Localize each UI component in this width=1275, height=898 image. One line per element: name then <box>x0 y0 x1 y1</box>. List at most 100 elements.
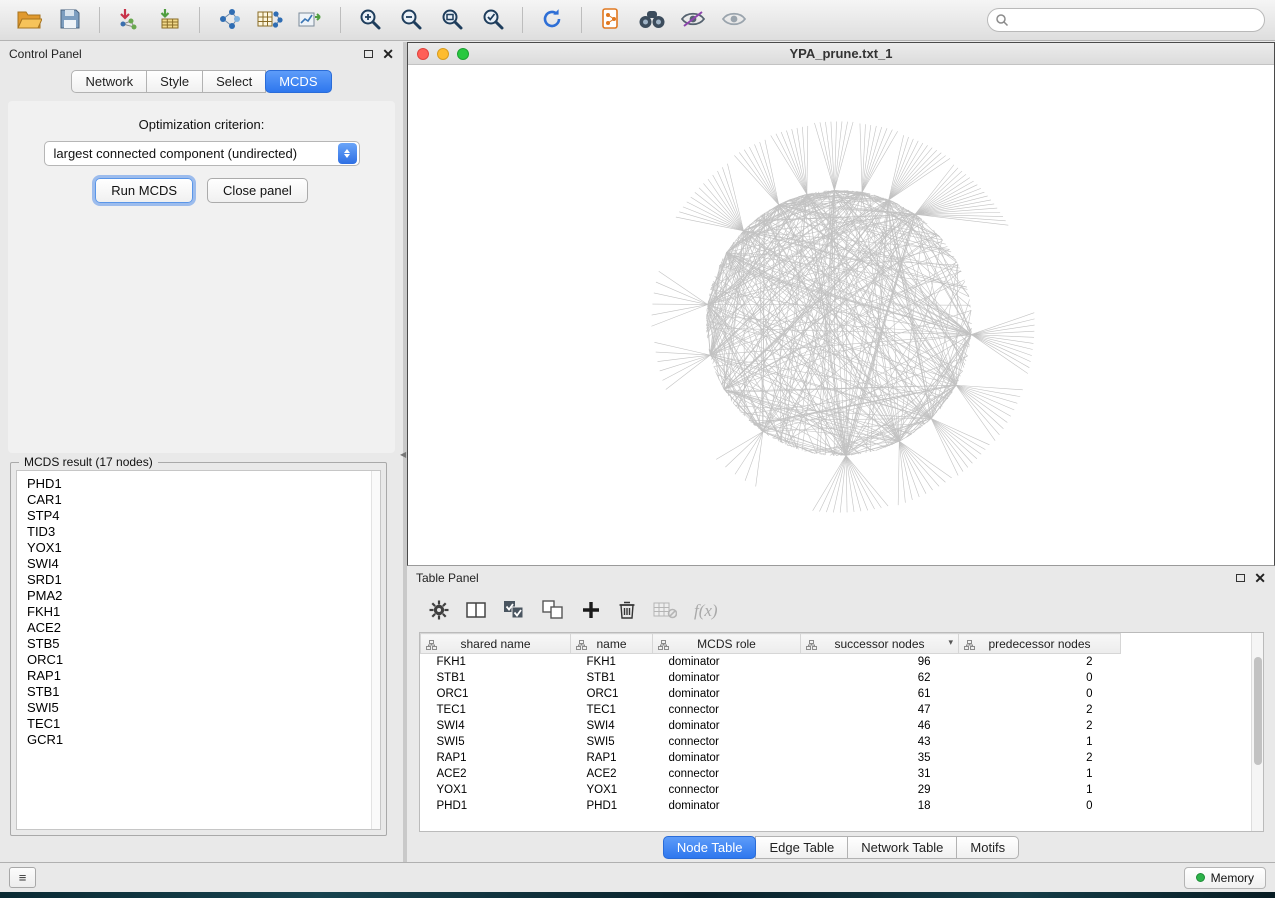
mcds-result-item[interactable]: SRD1 <box>27 572 380 588</box>
close-panel-button[interactable]: Close panel <box>207 178 308 203</box>
select-stepper-icon <box>338 143 357 164</box>
window-minimize-icon[interactable] <box>437 48 449 60</box>
table-settings-button[interactable] <box>429 600 449 623</box>
column-header-MCDS-role[interactable]: MCDS role <box>653 634 801 654</box>
close-panel-icon[interactable]: ✕ <box>1254 571 1266 585</box>
table-row[interactable]: ACE2ACE2connector311 <box>421 766 1121 782</box>
column-type-icon <box>964 639 975 653</box>
mcds-result-item[interactable]: PHD1 <box>27 476 380 492</box>
network-from-selection-button[interactable] <box>292 4 330 36</box>
tab-network-table[interactable]: Network Table <box>847 836 957 859</box>
node-table-container: shared namenameMCDS rolesuccessor nodes▾… <box>419 632 1264 832</box>
mcds-result-item[interactable]: TID3 <box>27 524 380 540</box>
table-row[interactable]: STB1STB1dominator620 <box>421 670 1121 686</box>
table-scrollbar-thumb[interactable] <box>1254 657 1262 765</box>
search-input[interactable] <box>987 8 1265 32</box>
network-from-selection-icon <box>298 8 324 33</box>
deselect-all-button[interactable] <box>542 600 564 623</box>
tab-style[interactable]: Style <box>146 70 203 93</box>
run-mcds-button[interactable]: Run MCDS <box>95 178 193 203</box>
float-panel-icon[interactable] <box>1236 574 1245 582</box>
mcds-result-item[interactable]: FKH1 <box>27 604 380 620</box>
mcds-result-item[interactable]: YOX1 <box>27 540 380 556</box>
network-from-table-button[interactable] <box>251 4 289 36</box>
table-panel-header: Table Panel ✕ <box>407 566 1275 590</box>
network-window-titlebar[interactable]: YPA_prune.txt_1 <box>408 43 1274 65</box>
mcds-result-item[interactable]: RAP1 <box>27 668 380 684</box>
memory-button[interactable]: Memory <box>1184 867 1266 889</box>
zoom-selected-button[interactable] <box>474 4 512 36</box>
network-canvas[interactable] <box>408 65 1274 565</box>
optimization-criterion-select[interactable]: largest connected component (undirected) <box>44 141 360 166</box>
delete-table-icon <box>653 601 677 622</box>
mcds-tab-content: Optimization criterion: largest connecte… <box>8 101 395 453</box>
mcds-result-item[interactable]: STP4 <box>27 508 380 524</box>
mcds-result-item[interactable]: STB5 <box>27 636 380 652</box>
new-network-button[interactable] <box>210 4 248 36</box>
zoom-fit-button[interactable] <box>433 4 471 36</box>
zoom-out-button[interactable] <box>392 4 430 36</box>
tab-node-table[interactable]: Node Table <box>663 836 757 859</box>
eye-slash-icon <box>680 9 706 32</box>
close-panel-icon[interactable]: ✕ <box>382 47 394 61</box>
column-header-shared-name[interactable]: shared name <box>421 634 571 654</box>
import-network-button[interactable] <box>110 4 148 36</box>
table-scrollbar[interactable] <box>1251 633 1263 831</box>
mcds-result-item[interactable]: ORC1 <box>27 652 380 668</box>
mcds-result-item[interactable]: TEC1 <box>27 716 380 732</box>
application-window: Control Panel ✕ NetworkStyleSelectMCDS O… <box>0 0 1275 898</box>
mcds-result-item[interactable]: PMA2 <box>27 588 380 604</box>
show-columns-button[interactable] <box>466 601 486 622</box>
refresh-layout-button[interactable] <box>533 4 571 36</box>
column-header-predecessor-nodes[interactable]: predecessor nodes <box>959 634 1121 654</box>
select-all-button[interactable] <box>503 600 525 623</box>
tab-mcds[interactable]: MCDS <box>265 70 331 93</box>
tab-edge-table[interactable]: Edge Table <box>755 836 848 859</box>
mcds-result-list: PHD1CAR1STP4TID3YOX1SWI4SRD1PMA2FKH1ACE2… <box>16 470 381 830</box>
tab-motifs[interactable]: Motifs <box>956 836 1019 859</box>
table-row[interactable]: RAP1RAP1dominator352 <box>421 750 1121 766</box>
function-builder-button[interactable]: f(x) <box>694 601 718 621</box>
mcds-result-item[interactable]: GCR1 <box>27 732 380 748</box>
table-row[interactable]: SWI5SWI5connector431 <box>421 734 1121 750</box>
hide-graphics-details-button[interactable] <box>674 4 712 36</box>
collapse-panel-icon[interactable]: ◀ <box>400 450 406 459</box>
toolbar-separator <box>340 7 341 33</box>
table-row[interactable]: YOX1YOX1connector291 <box>421 782 1121 798</box>
control-panel-title: Control Panel <box>9 47 82 61</box>
delete-table-button[interactable] <box>653 601 677 622</box>
float-panel-icon[interactable] <box>364 50 373 58</box>
table-row[interactable]: ORC1ORC1dominator610 <box>421 686 1121 702</box>
save-session-button[interactable] <box>51 4 89 36</box>
table-row[interactable]: TEC1TEC1connector472 <box>421 702 1121 718</box>
show-graphics-details-button[interactable] <box>715 4 753 36</box>
clone-network-button[interactable] <box>592 4 630 36</box>
table-row[interactable]: PHD1PHD1dominator180 <box>421 798 1121 814</box>
search-icon <box>995 13 1009 32</box>
mcds-list-scrollbar[interactable] <box>371 471 380 829</box>
mcds-result-item[interactable]: ACE2 <box>27 620 380 636</box>
find-button[interactable] <box>633 4 671 36</box>
mcds-result-item[interactable]: SWI4 <box>27 556 380 572</box>
column-header-name[interactable]: name <box>571 634 653 654</box>
zoom-in-button[interactable] <box>351 4 389 36</box>
window-close-icon[interactable] <box>417 48 429 60</box>
mcds-result-item[interactable]: CAR1 <box>27 492 380 508</box>
import-table-button[interactable] <box>151 4 189 36</box>
open-session-button[interactable] <box>10 4 48 36</box>
sort-caret-icon[interactable]: ▾ <box>948 637 953 648</box>
column-header-successor-nodes[interactable]: successor nodes▾ <box>801 634 959 654</box>
mcds-result-item[interactable]: STB1 <box>27 684 380 700</box>
show-panels-menu-button[interactable]: ≡ <box>9 867 36 888</box>
tab-select[interactable]: Select <box>202 70 266 93</box>
mcds-result-item[interactable]: SWI5 <box>27 700 380 716</box>
table-row[interactable]: FKH1FKH1dominator962 <box>421 654 1121 670</box>
table-row[interactable]: SWI4SWI4dominator462 <box>421 718 1121 734</box>
gear-icon <box>429 600 449 623</box>
create-column-button[interactable] <box>581 600 601 623</box>
tab-network[interactable]: Network <box>71 70 147 93</box>
window-zoom-icon[interactable] <box>457 48 469 60</box>
menu-list-icon: ≡ <box>19 870 27 885</box>
network-icon <box>217 8 241 33</box>
delete-column-button[interactable] <box>618 600 636 623</box>
